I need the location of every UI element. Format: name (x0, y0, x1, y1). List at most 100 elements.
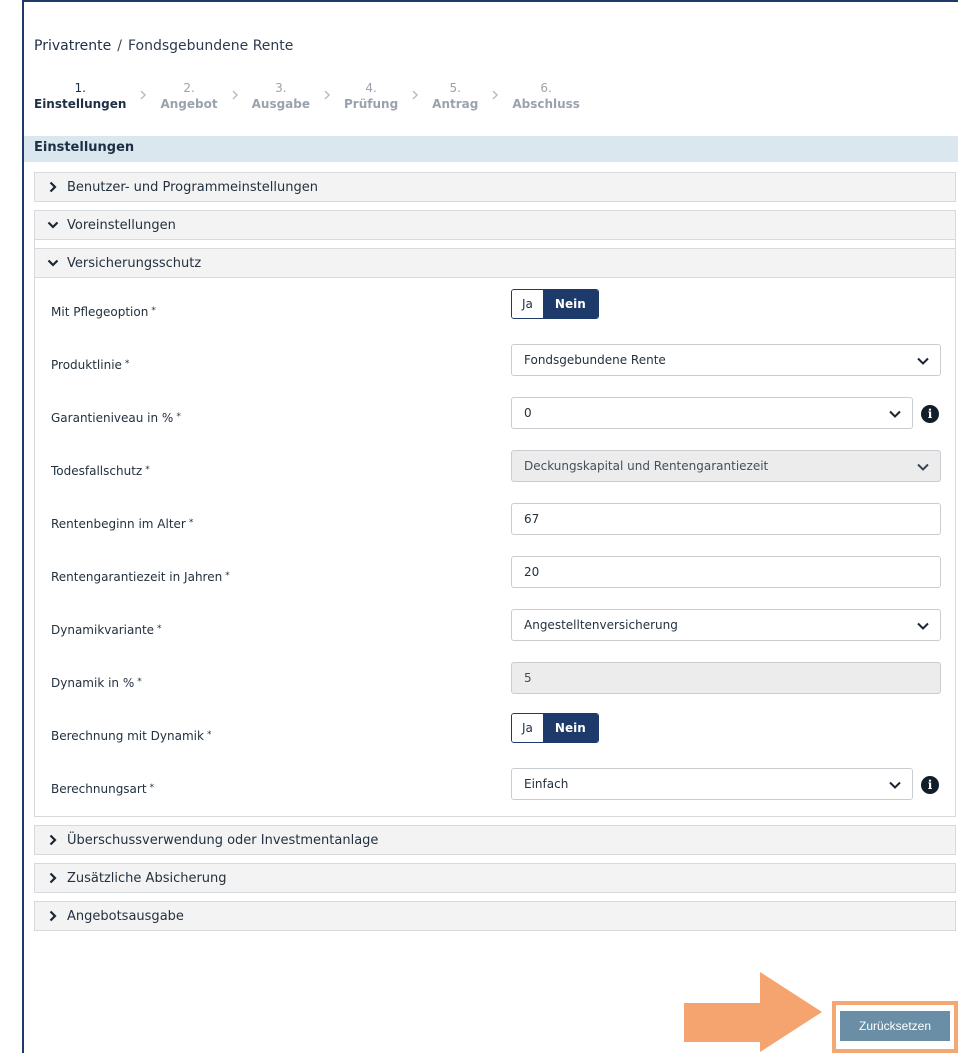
chevron-right-icon (410, 90, 420, 100)
toggle-ja[interactable]: Ja (512, 714, 543, 742)
field-label: Berechnung mit Dynamik * (51, 729, 212, 743)
rentenbeginn-input[interactable]: 67 (511, 503, 941, 535)
accordion-label: Versicherungsschutz (67, 255, 202, 271)
chevron-right-icon (230, 90, 240, 100)
toggle-ja[interactable]: Ja (512, 290, 543, 318)
accordion-label: Voreinstellungen (67, 217, 176, 233)
select-value: Fondsgebundene Rente (524, 353, 666, 367)
accordion-voreinstellungen[interactable]: Voreinstellungen (34, 210, 956, 240)
field-label: Dynamik in % * (51, 676, 142, 690)
field-label: Rentenbeginn im Alter * (51, 517, 194, 531)
field-label: Rentengarantiezeit in Jahren * (51, 570, 230, 584)
berechnung-dynamik-toggle[interactable]: Ja Nein (511, 713, 599, 743)
select-value: 0 (524, 406, 532, 420)
accordion-zusaetzliche-absicherung[interactable]: Zusätzliche Absicherung (34, 863, 956, 893)
input-value: 67 (524, 512, 540, 526)
input-value: 20 (524, 565, 540, 579)
chevron-right-icon (47, 834, 59, 846)
chevron-down-icon (888, 778, 902, 792)
chevron-down-icon (47, 219, 59, 231)
accordion-ueberschussverwendung[interactable]: Überschussverwendung oder Investmentanla… (34, 825, 956, 855)
chevron-down-icon (916, 619, 930, 633)
step-number: 5. (449, 81, 461, 95)
step-angebot[interactable]: 2. Angebot (160, 80, 217, 112)
row-rentengarantiezeit: Rentengarantiezeit in Jahren * 20 (35, 551, 955, 604)
step-label: Ausgabe (251, 97, 310, 111)
chevron-right-icon (138, 90, 148, 100)
accordion-label: Benutzer- und Programmeinstellungen (67, 179, 318, 195)
accordion-label: Überschussverwendung oder Investmentanla… (67, 832, 379, 848)
accordion-label: Zusätzliche Absicherung (67, 870, 227, 886)
berechnungsart-select[interactable]: Einfach (511, 768, 913, 800)
toggle-nein[interactable]: Nein (542, 290, 598, 318)
input-value: 5 (524, 671, 532, 685)
field-label: Garantieniveau in % * (51, 411, 181, 425)
step-label: Einstellungen (34, 97, 127, 111)
app-frame: Privatrente / Fondsgebundene Rente 1. Eins… (22, 0, 958, 1053)
step-number: 2. (183, 81, 195, 95)
accordion-versicherungsschutz[interactable]: Versicherungsschutz (35, 248, 955, 278)
step-label: Angebot (160, 97, 218, 111)
wizard-stepper: 1. Einstellungen 2. Angebot 3. Ausgabe 4… (34, 80, 580, 120)
chevron-right-icon (322, 90, 332, 100)
row-produktlinie: Produktlinie * Fondsgebundene Rente (35, 339, 955, 392)
breadcrumb-separator: / (117, 38, 122, 54)
select-value: Deckungskapital und Rentengarantiezeit (524, 459, 769, 473)
row-garantieniveau: Garantieniveau in % * 0 i (35, 392, 955, 445)
pflegeoption-toggle[interactable]: Ja Nein (511, 289, 599, 319)
garantieniveau-select[interactable]: 0 (511, 397, 913, 429)
step-antrag[interactable]: 5. Antrag (432, 80, 478, 112)
row-berechnung-dynamik: Berechnung mit Dynamik * Ja Nein (35, 710, 955, 763)
chevron-right-icon (47, 872, 59, 884)
info-icon[interactable]: i (921, 405, 939, 423)
field-label: Dynamikvariante * (51, 623, 162, 637)
step-number: 1. (74, 81, 86, 95)
row-berechnungsart: Berechnungsart * Einfach i (35, 763, 955, 816)
field-label: Produktlinie * (51, 358, 130, 372)
step-label: Prüfung (344, 97, 399, 111)
breadcrumb-current: Fondsgebundene Rente (127, 38, 294, 54)
field-label: Berechnungsart * (51, 782, 155, 796)
todesfallschutz-select: Deckungskapital und Rentengarantiezeit (511, 450, 941, 482)
step-abschluss[interactable]: 6. Abschluss (512, 80, 580, 112)
chevron-down-icon (888, 407, 902, 421)
field-label: Mit Pflegeoption * (51, 305, 156, 319)
field-label: Todesfallschutz * (51, 464, 150, 478)
row-rentenbeginn: Rentenbeginn im Alter * 67 (35, 498, 955, 551)
accordion-label: Angebotsausgabe (67, 908, 184, 924)
row-todesfallschutz: Todesfallschutz * Deckungskapital und Ren… (35, 445, 955, 498)
produktlinie-select[interactable]: Fondsgebundene Rente (511, 344, 941, 376)
select-value: Einfach (524, 777, 569, 791)
select-value: Angestelltenversicherung (524, 618, 678, 632)
reset-highlight: Zurücksetzen (832, 1001, 958, 1053)
step-einstellungen[interactable]: 1. Einstellungen (34, 80, 126, 112)
step-number: 4. (365, 81, 377, 95)
rentengarantiezeit-input[interactable]: 20 (511, 556, 941, 588)
step-label: Antrag (432, 97, 479, 111)
row-dynamik: Dynamik in % * 5 (35, 657, 955, 710)
chevron-right-icon (490, 90, 500, 100)
chevron-down-icon (47, 257, 59, 269)
settings-content: Benutzer- und Programmeinstellungen Vore… (34, 172, 956, 939)
chevron-right-icon (47, 910, 59, 922)
accordion-benutzer-programmeinstellungen[interactable]: Benutzer- und Programmeinstellungen (34, 172, 956, 202)
accordion-angebotsausgabe[interactable]: Angebotsausgabe (34, 901, 956, 931)
chevron-down-icon (916, 460, 930, 474)
voreinstellungen-panel: Versicherungsschutz Mit Pflegeoption * Ja… (34, 240, 956, 817)
dynamikvariante-select[interactable]: Angestelltenversicherung (511, 609, 941, 641)
reset-button[interactable]: Zurücksetzen (840, 1011, 950, 1041)
row-dynamikvariante: Dynamikvariante * Angestelltenversicherun… (35, 604, 955, 657)
breadcrumb-root[interactable]: Privatrente (34, 38, 111, 54)
breadcrumb: Privatrente / Fondsgebundene Rente (34, 38, 293, 54)
dynamik-input: 5 (511, 662, 941, 694)
toggle-nein[interactable]: Nein (542, 714, 598, 742)
step-number: 6. (540, 81, 552, 95)
step-ausgabe[interactable]: 3. Ausgabe (252, 80, 310, 112)
step-pruefung[interactable]: 4. Prüfung (344, 80, 398, 112)
chevron-down-icon (916, 354, 930, 368)
row-pflegeoption: Mit Pflegeoption * Ja Nein (35, 286, 955, 339)
info-icon[interactable]: i (921, 776, 939, 794)
chevron-right-icon (47, 181, 59, 193)
step-number: 3. (275, 81, 287, 95)
section-title: Einstellungen (24, 136, 958, 162)
